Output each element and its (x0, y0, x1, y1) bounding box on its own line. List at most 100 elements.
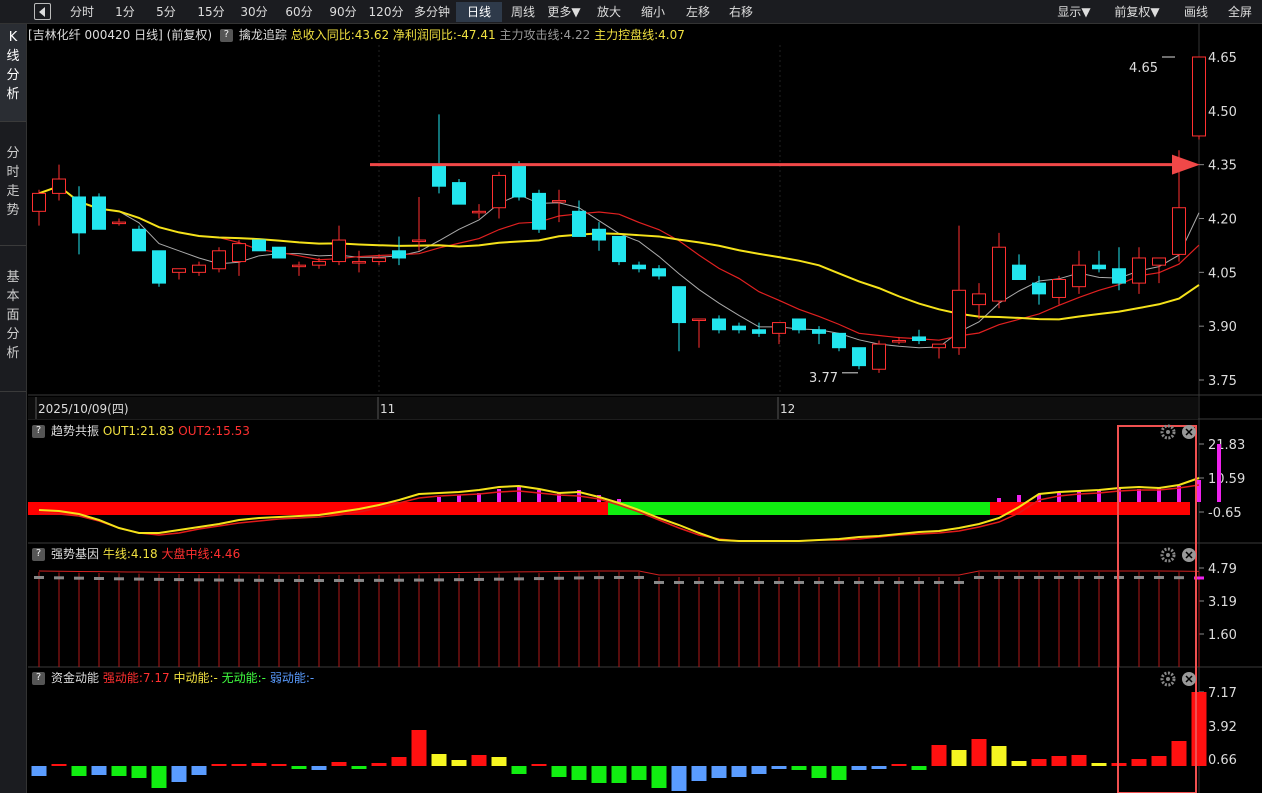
ma-red-line (38, 185, 1200, 341)
p3-bar-30 (631, 766, 647, 780)
help-icon[interactable]: ? (32, 425, 45, 438)
period-button-6[interactable]: 90分 (322, 2, 364, 22)
period-button-12[interactable]: 放大 (586, 2, 632, 22)
back-icon[interactable] (34, 3, 51, 20)
candle-body (52, 178, 66, 194)
candle-body (432, 164, 446, 187)
p3-bar-2 (71, 766, 87, 776)
period-button-2[interactable]: 5分 (144, 2, 188, 22)
p2-marker-24 (514, 577, 524, 581)
period-button-8[interactable]: 多分钟 (408, 2, 456, 22)
p3-bar-36 (751, 766, 767, 774)
candle-body (392, 250, 406, 259)
help-icon[interactable]: ? (32, 672, 45, 685)
p2-marker-41 (854, 581, 864, 584)
highlight-box (1117, 425, 1197, 793)
period-button-4[interactable]: 30分 (232, 2, 276, 22)
close-icon-x (1185, 428, 1193, 436)
period-button-13[interactable]: 缩小 (632, 2, 674, 22)
attack-line-label: 主力攻击线:4.22 (499, 28, 591, 42)
candle-48 (992, 232, 1006, 309)
p1-magenta-bar-8 (597, 495, 601, 502)
p2-marker-7 (174, 578, 184, 582)
period-button-1[interactable]: 1分 (106, 2, 144, 22)
period-button-14[interactable]: 左移 (676, 2, 720, 22)
p3-bar-13 (291, 766, 307, 769)
p2-marker-30 (634, 576, 644, 579)
period-button-5[interactable]: 60分 (276, 2, 322, 22)
p2-marker-43 (894, 581, 904, 584)
p3-bar-8 (191, 766, 207, 775)
sidebar-tab-2[interactable]: 基本面分析 (0, 246, 26, 392)
close-icon[interactable] (1182, 672, 1196, 686)
candle-51 (1052, 275, 1066, 305)
candle-13 (292, 261, 306, 276)
toolbar-right-button-0[interactable]: 显示▼ (1046, 2, 1102, 22)
p2-marker-40 (834, 581, 844, 584)
help-icon[interactable]: ? (32, 548, 45, 561)
p2-marker-46 (954, 581, 964, 584)
panel2-bull: 牛线:4.18 (102, 547, 158, 561)
gear-icon[interactable] (1160, 547, 1176, 563)
toolbar-right-button-1[interactable]: 前复权▼ (1104, 2, 1170, 22)
candle-33 (692, 318, 706, 348)
candle-22 (472, 204, 486, 219)
sidebar-tab-0[interactable]: K线分析 (0, 24, 26, 122)
p2-marker-35 (734, 581, 744, 584)
p2-marker-15 (334, 578, 344, 582)
p3-tick-label-0: 7.17 (1208, 686, 1237, 701)
p1-magenta-bar-4 (517, 487, 521, 502)
close-icon[interactable] (1182, 425, 1196, 439)
candle-18 (392, 236, 406, 266)
p2-marker-32 (674, 581, 684, 584)
candle-body (732, 325, 746, 331)
candle-14 (312, 257, 326, 269)
candle-23 (492, 171, 506, 219)
candle-46 (952, 225, 966, 355)
p2-marker-2 (74, 576, 84, 580)
help-icon[interactable]: ? (219, 29, 233, 42)
period-button-11[interactable]: 更多▼ (542, 2, 586, 22)
candle-40 (832, 332, 846, 352)
period-button-10[interactable]: 周线 (504, 2, 542, 22)
candle-8 (192, 261, 206, 276)
candle-body (1032, 282, 1046, 295)
period-button-15[interactable]: 右移 (720, 2, 762, 22)
period-button-9[interactable]: 日线 (456, 2, 502, 22)
p3-bar-41 (851, 766, 867, 770)
y-tick-label-5: 3.90 (1208, 320, 1237, 335)
p3-bar-52 (1071, 755, 1087, 766)
y-tick-label-6: 3.75 (1208, 374, 1237, 389)
close-icon[interactable] (1182, 548, 1196, 562)
candle-body (752, 329, 766, 334)
candle-body (232, 243, 246, 263)
p3-tick-label-1: 3.92 (1208, 720, 1237, 735)
p3-bar-32 (671, 766, 687, 791)
p3-bar-31 (651, 766, 667, 788)
p1-magenta-bar-18 (1157, 488, 1161, 502)
candle-7 (172, 268, 186, 280)
toolbar-right-button-2[interactable]: 画线 (1174, 2, 1218, 22)
sidebar-tab-1[interactable]: 分时走势 (0, 122, 26, 246)
candle-body (1172, 207, 1186, 255)
period-button-7[interactable]: 120分 (364, 2, 408, 22)
toolbar-right-button-3[interactable]: 全屏 (1220, 2, 1260, 22)
p2-tick-label-1: 3.19 (1208, 595, 1237, 610)
candle-12 (272, 246, 286, 259)
p3-bar-44 (911, 766, 927, 770)
period-button-3[interactable]: 15分 (190, 2, 232, 22)
p1-magenta-bar-1 (457, 495, 461, 502)
candle-50 (1032, 275, 1046, 305)
candle-body (692, 318, 706, 321)
p3-bar-3 (91, 766, 107, 775)
candle-34 (712, 315, 726, 334)
candle-body (1152, 257, 1166, 266)
candle-35 (732, 322, 746, 334)
p3-bar-39 (811, 766, 827, 778)
p3-bar-6 (151, 766, 167, 788)
gear-icon[interactable] (1160, 671, 1176, 687)
period-button-0[interactable]: 分时 (58, 2, 106, 22)
gear-icon[interactable] (1160, 424, 1176, 440)
p1-magenta-bar-17 (1137, 489, 1141, 502)
adjust-label: (前复权) (166, 28, 213, 42)
